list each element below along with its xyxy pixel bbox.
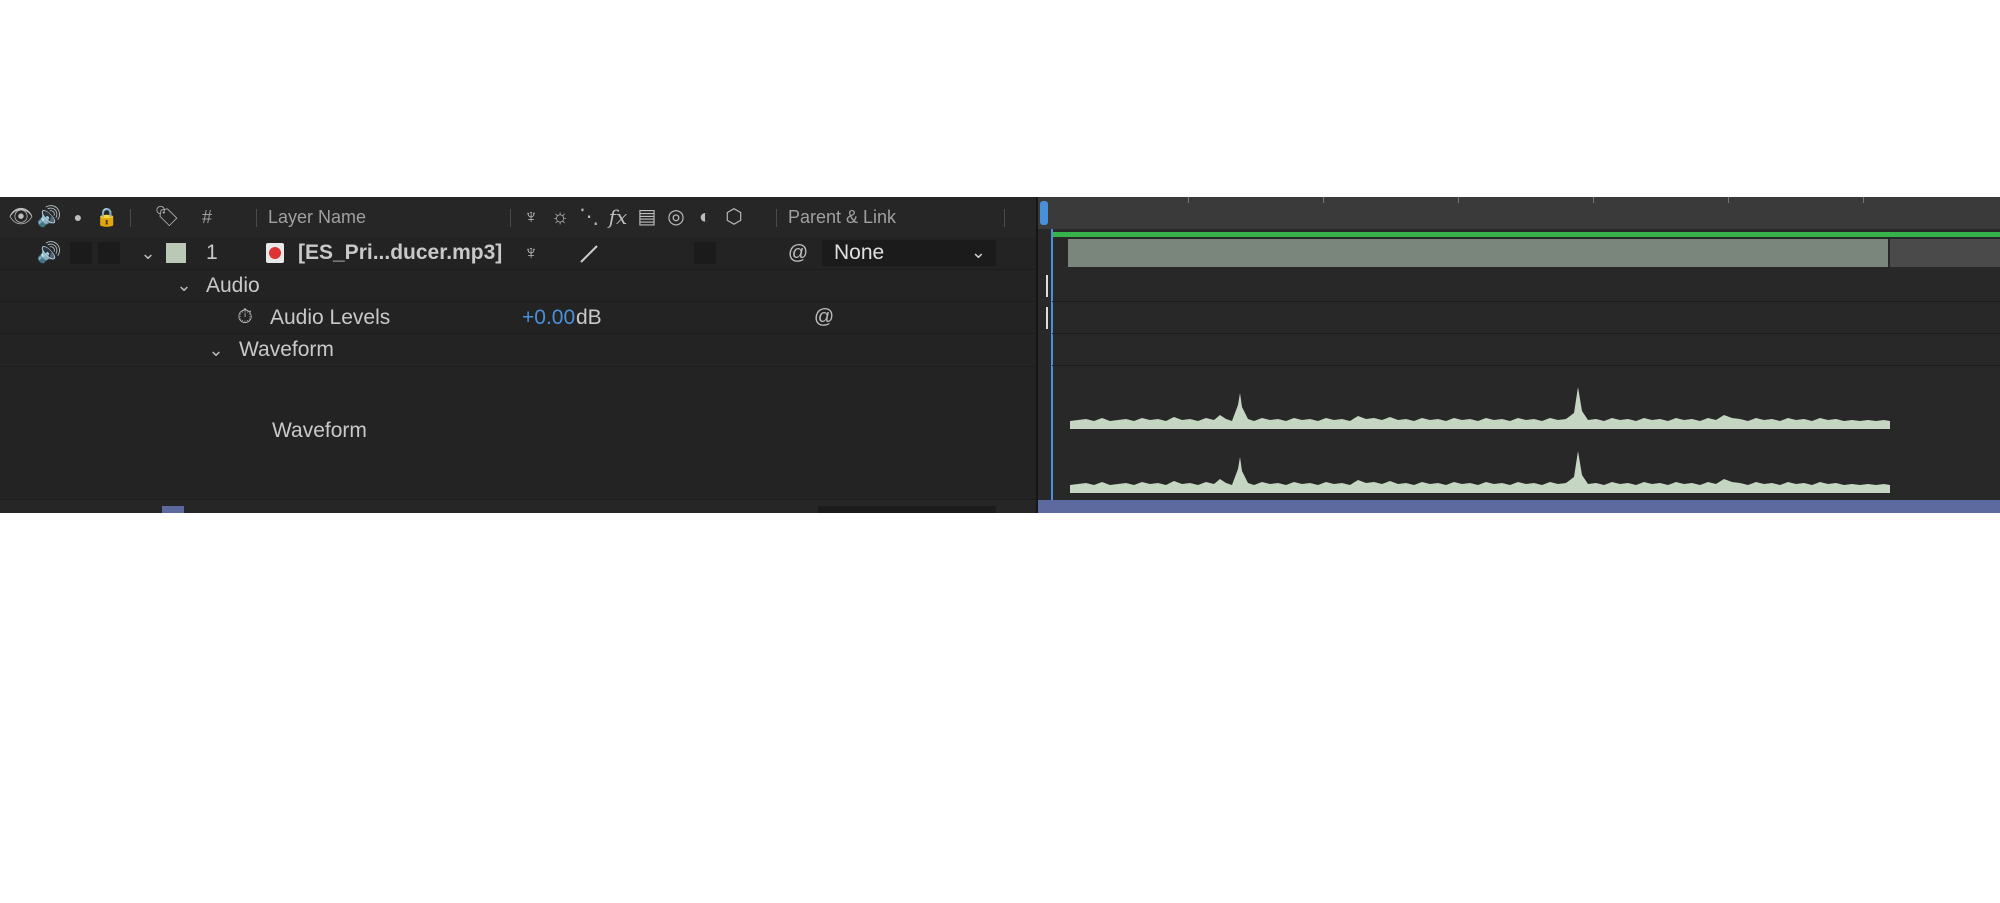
- property-row-waveform: Waveform: [0, 367, 1036, 500]
- motion-blur-icon[interactable]: ◎: [663, 197, 689, 237]
- solo-icon[interactable]: ●: [66, 197, 90, 237]
- label-color-swatch[interactable]: [166, 243, 186, 263]
- property-row-audio[interactable]: ⌄ Audio: [0, 270, 1036, 302]
- fx-icon[interactable]: fx: [604, 197, 632, 237]
- layer-bar-out-region: [1890, 239, 2000, 267]
- label-color-swatch[interactable]: [162, 506, 184, 513]
- time-ruler[interactable]: [1038, 197, 2000, 229]
- frame-blend-icon[interactable]: ▤: [634, 197, 660, 237]
- current-time-indicator[interactable]: [1051, 229, 1053, 513]
- layer-name[interactable]: [ES_Pri...ducer.mp3]: [298, 241, 502, 265]
- number-column-header: #: [202, 207, 213, 227]
- quality-icon[interactable]: ⋱: [576, 197, 602, 237]
- chevron-down-icon: ⌄: [970, 242, 986, 262]
- speaker-icon[interactable]: 🔊: [34, 237, 64, 269]
- parent-link-column-header: Parent & Link: [788, 207, 897, 227]
- adjustment-toggle[interactable]: [694, 242, 716, 264]
- collapse-icon[interactable]: ☼: [547, 197, 573, 237]
- audio-levels-value[interactable]: +0.00: [522, 306, 575, 330]
- shy-icon[interactable]: ♆: [518, 197, 544, 237]
- layer-row-next[interactable]: [0, 500, 1036, 513]
- audio-levels-label: Audio Levels: [270, 306, 391, 329]
- speaker-icon[interactable]: 🔊: [36, 197, 62, 237]
- lock-toggle[interactable]: [98, 242, 120, 264]
- parent-dropdown[interactable]: None ⌄: [822, 240, 996, 266]
- chevron-down-icon[interactable]: ⌄: [136, 237, 160, 269]
- audio-group-label: Audio: [206, 274, 260, 297]
- column-header-row: 👁 🔊 ● 🔒 🏷 # Layer Name ♆ ☼ ⋱ fx ▤ ◎ ◐ ⬡ …: [0, 197, 1036, 239]
- quality-icon[interactable]: [578, 243, 600, 265]
- layer-index: 1: [206, 241, 218, 264]
- label-tag-icon[interactable]: 🏷: [152, 197, 182, 237]
- waveform-group-label: Waveform: [239, 338, 334, 361]
- pick-whip-icon[interactable]: @: [784, 237, 812, 269]
- pick-whip-icon[interactable]: @: [810, 302, 838, 333]
- property-row-audio-levels[interactable]: ⏱ Audio Levels +0.00 dB @: [0, 302, 1036, 334]
- layer-duration-bar[interactable]: [1068, 239, 1888, 267]
- audio-waveform: [1070, 387, 1890, 493]
- next-layer-bar[interactable]: [1038, 500, 2000, 513]
- parent-dropdown[interactable]: [818, 506, 996, 513]
- timeline-panel: 👁 🔊 ● 🔒 🏷 # Layer Name ♆ ☼ ⋱ fx ▤ ◎ ◐ ⬡ …: [0, 197, 2000, 513]
- shy-icon[interactable]: ♆: [518, 237, 544, 269]
- parent-dropdown-value: None: [834, 241, 885, 264]
- audio-file-icon: [266, 243, 284, 263]
- eye-icon[interactable]: 👁: [8, 197, 34, 237]
- adjustment-icon[interactable]: ◐: [692, 197, 718, 237]
- layer-row[interactable]: 🔊 ⌄ 1 [ES_Pri...ducer.mp3] ♆ @ None ⌄: [0, 237, 1036, 270]
- lock-icon[interactable]: 🔒: [94, 197, 120, 237]
- timeline-track-area[interactable]: [1036, 197, 2000, 513]
- work-area-start-handle[interactable]: [1040, 201, 1048, 225]
- waveform-label: Waveform: [272, 419, 367, 442]
- stopwatch-icon[interactable]: ⏱: [232, 302, 258, 333]
- 3d-layer-icon[interactable]: ⬡: [721, 197, 747, 237]
- audio-levels-unit: dB: [576, 306, 602, 329]
- property-row-waveform-group[interactable]: ⌄ Waveform: [0, 334, 1036, 367]
- chevron-down-icon[interactable]: ⌄: [204, 334, 228, 366]
- solo-toggle[interactable]: [70, 242, 92, 264]
- work-area-bar[interactable]: [1052, 232, 2000, 237]
- chevron-down-icon[interactable]: ⌄: [172, 270, 196, 301]
- layer-name-column-header[interactable]: Layer Name: [268, 197, 366, 237]
